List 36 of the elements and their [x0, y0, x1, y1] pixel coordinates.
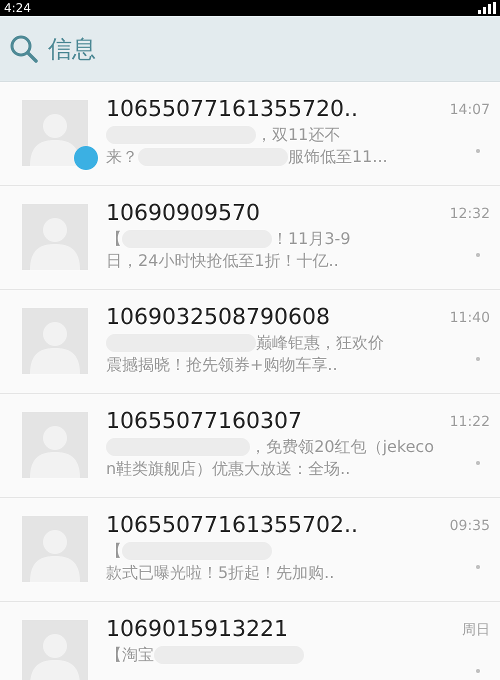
message-time: 12:32	[450, 205, 490, 224]
conversation-item[interactable]: 1069032508790608 巅峰钜惠，狂欢价 震撼揭晓！抢先领券+购物车享.. 11:40	[0, 290, 500, 394]
header-title: 信息	[48, 34, 96, 64]
message-preview: 服饰低至11...	[288, 146, 388, 168]
message-preview: n鞋类旗舰店）优惠大放送：全场..	[106, 458, 350, 480]
message-preview: 日，24小时快抢低至1折！十亿..	[106, 250, 339, 272]
message-time: 09:35	[450, 517, 490, 536]
status-time: 4:24	[4, 2, 31, 14]
signal-icon	[478, 2, 496, 14]
message-preview: 来？	[106, 146, 138, 168]
message-preview: ，免费领20红包（jekeco	[250, 436, 434, 458]
message-preview: 款式已曝光啦！5折起！先加购..	[106, 562, 334, 584]
message-preview: ！11月3-9	[272, 228, 350, 250]
message-time: 14:07	[450, 101, 490, 120]
message-preview: 震撼揭晓！抢先领券+购物车享..	[106, 354, 338, 376]
sender-name: 10690909570	[106, 200, 261, 228]
conversation-item[interactable]: 1069015913221 【淘宝 周日	[0, 602, 500, 680]
message-time: 周日	[462, 621, 490, 640]
conversation-item[interactable]: 10690909570 【 ！11月3-9 日，24小时快抢低至1折！十亿.. 12:32	[0, 186, 500, 290]
message-preview: ，双11还不	[256, 124, 340, 146]
avatar-icon	[22, 100, 88, 166]
sender-name: 10655077160307	[106, 408, 303, 436]
message-time: 11:40	[450, 309, 490, 328]
message-preview: 【淘宝	[106, 644, 154, 666]
message-preview: 【	[106, 228, 122, 250]
message-preview: 【	[106, 540, 122, 562]
sender-name: 1069015913221	[106, 616, 289, 644]
conversation-item[interactable]: 10655077161355702.. 【 款式已曝光啦！5折起！先加购.. 09:35	[0, 498, 500, 602]
conversation-item[interactable]: 10655077161355720.. ，双11还不 来？ 服饰低至11... 14:07	[0, 82, 500, 186]
conversation-item[interactable]: 10655077160307 ，免费领20红包（jekeco n鞋类旗舰店）优惠大放送：全场.. 11:22	[0, 394, 500, 498]
sender-name: 10655077161355720..	[106, 96, 359, 124]
message-preview: 巅峰钜惠，狂欢价	[256, 332, 384, 354]
search-icon[interactable]	[8, 32, 40, 64]
sender-name: 10655077161355702..	[106, 512, 359, 540]
message-time: 11:22	[450, 413, 490, 432]
sender-name: 1069032508790608	[106, 304, 331, 332]
